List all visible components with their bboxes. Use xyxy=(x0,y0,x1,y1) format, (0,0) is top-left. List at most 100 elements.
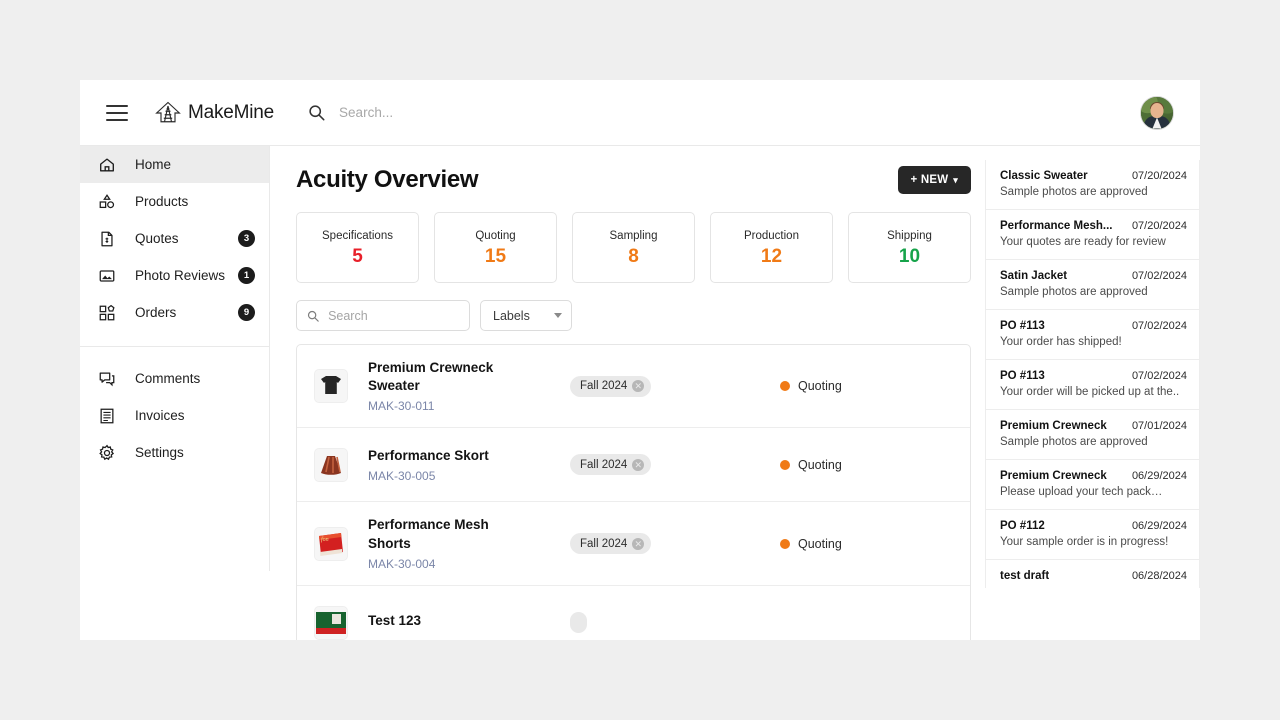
notification-message: Sample photos are approved xyxy=(1000,186,1148,198)
notification-date: 07/20/2024 xyxy=(1131,220,1187,232)
sidebar-item-label: Settings xyxy=(135,445,184,460)
list-item[interactable]: test draft 06/28/2024 xyxy=(986,560,1199,588)
product-info: Performance Skort MAK-30-005 xyxy=(368,447,526,483)
notification-title: PO #113 xyxy=(1000,320,1045,332)
sidebar-item-settings[interactable]: Settings xyxy=(80,434,269,471)
remove-chip-icon[interactable]: ✕ xyxy=(632,537,645,550)
product-name: Performance Mesh Shorts xyxy=(368,517,489,551)
list-item[interactable]: Satin Jacket 07/02/2024 Sample photos ar… xyxy=(986,260,1199,310)
sidebar-item-comments[interactable]: Comments xyxy=(80,360,269,397)
list-item[interactable]: PO #113 07/02/2024 Your order has shippe… xyxy=(986,310,1199,360)
product-status: Quoting xyxy=(726,458,952,472)
list-item[interactable]: PO #113 07/02/2024 Your order will be pi… xyxy=(986,360,1199,410)
app-body: Home Products Quotes 3 Photo Reviews 1 O… xyxy=(80,146,1200,640)
list-search-input[interactable] xyxy=(328,308,459,323)
product-labels: Fall 2024 ✕ xyxy=(526,454,726,476)
new-button[interactable]: + NEW ▾ xyxy=(897,166,971,194)
products-icon xyxy=(97,192,117,212)
notification-title: PO #113 xyxy=(1000,370,1045,382)
labels-dropdown[interactable]: Labels xyxy=(480,300,572,331)
labels-dropdown-label: Labels xyxy=(493,308,530,323)
status-badge: Quoting xyxy=(798,457,842,472)
notification-title: Premium Crewneck xyxy=(1000,420,1107,432)
sidebar-item-home[interactable]: Home xyxy=(80,146,269,183)
product-sku[interactable]: MAK-30-004 xyxy=(368,557,526,571)
stat-cards: Specifications 5 Quoting 15 Sampling 8 P… xyxy=(296,212,971,283)
notification-title: test draft xyxy=(1000,570,1050,582)
stat-card-production[interactable]: Production 12 xyxy=(710,212,833,283)
table-row[interactable]: Performance Skort MAK-30-005 Fall 2024 ✕… xyxy=(297,428,970,503)
list-item[interactable]: PO #112 06/29/2024 Your sample order is … xyxy=(986,510,1199,560)
status-dot xyxy=(780,538,790,549)
notification-date: 07/02/2024 xyxy=(1131,370,1187,382)
list-search xyxy=(296,300,470,331)
filter-bar: Labels xyxy=(296,300,971,331)
product-thumbnail xyxy=(315,448,347,481)
status-dot xyxy=(780,381,790,392)
notification-date: 06/29/2024 xyxy=(1131,470,1187,482)
hamburger-icon[interactable] xyxy=(106,104,128,121)
gear-icon xyxy=(97,443,117,463)
app-window: MakeMine Search... Home Products Quotes … xyxy=(80,80,1200,640)
notification-title: PO #112 xyxy=(1000,520,1045,532)
sidebar-badge: 9 xyxy=(238,304,255,321)
list-item[interactable]: Classic Sweater 07/20/2024 Sample photos… xyxy=(986,160,1199,210)
product-info: Premium Crewneck Sweater MAK-30-011 xyxy=(368,359,526,413)
product-sku[interactable]: MAK-30-011 xyxy=(368,399,526,413)
stat-label: Sampling xyxy=(609,229,658,242)
sidebar-item-quotes[interactable]: Quotes 3 xyxy=(80,220,269,257)
notification-message: Your order will be picked up at the.. xyxy=(1000,386,1180,398)
notification-date: 06/29/2024 xyxy=(1131,520,1187,532)
stat-card-quoting[interactable]: Quoting 15 xyxy=(434,212,557,283)
sidebar-badge: 3 xyxy=(238,230,255,247)
product-labels: Fall 2024 ✕ xyxy=(526,375,726,397)
notification-message: Please upload your tech pack… xyxy=(1000,486,1163,498)
stat-value: 5 xyxy=(352,245,363,267)
label-chip[interactable] xyxy=(570,612,587,634)
product-labels: Fall 2024 ✕ xyxy=(526,533,726,555)
label-chip-text: Fall 2024 xyxy=(580,380,628,393)
sidebar: Home Products Quotes 3 Photo Reviews 1 O… xyxy=(80,146,270,571)
sidebar-item-invoices[interactable]: Invoices xyxy=(80,397,269,434)
stat-card-specifications[interactable]: Specifications 5 xyxy=(296,212,419,283)
invoice-icon xyxy=(97,406,117,426)
table-row[interactable]: Premium Crewneck Sweater MAK-30-011 Fall… xyxy=(297,345,970,429)
product-info: Test 123 xyxy=(368,612,526,634)
remove-chip-icon[interactable]: ✕ xyxy=(632,458,645,471)
remove-chip-icon[interactable]: ✕ xyxy=(632,380,645,393)
search-input[interactable] xyxy=(339,105,640,120)
sidebar-item-label: Quotes xyxy=(135,231,179,246)
notifications-panel[interactable]: Classic Sweater 07/20/2024 Sample photos… xyxy=(985,160,1200,588)
list-item[interactable]: Premium Crewneck 07/01/2024 Sample photo… xyxy=(986,410,1199,460)
product-name: Performance Skort xyxy=(368,447,489,463)
status-badge: Quoting xyxy=(798,379,842,394)
stat-card-sampling[interactable]: Sampling 8 xyxy=(572,212,695,283)
product-info: Performance Mesh Shorts MAK-30-004 xyxy=(368,516,526,570)
status-dot xyxy=(780,459,790,470)
stat-card-shipping[interactable]: Shipping 10 xyxy=(848,212,971,283)
stat-label: Specifications xyxy=(322,229,393,242)
brand-logo[interactable]: MakeMine xyxy=(154,99,274,127)
label-chip-text: Fall 2024 xyxy=(580,537,628,550)
sidebar-item-photo-reviews[interactable]: Photo Reviews 1 xyxy=(80,257,269,294)
label-chip[interactable]: Fall 2024 ✕ xyxy=(570,375,652,397)
notification-date: 07/20/2024 xyxy=(1131,170,1187,182)
list-item[interactable]: Performance Mesh... 07/20/2024 Your quot… xyxy=(986,210,1199,260)
avatar[interactable] xyxy=(1140,95,1174,130)
sidebar-item-orders[interactable]: Orders 9 xyxy=(80,294,269,331)
sidebar-item-label: Orders xyxy=(135,305,177,320)
label-chip[interactable]: Fall 2024 ✕ xyxy=(570,454,652,476)
sidebar-item-products[interactable]: Products xyxy=(80,183,269,220)
chevron-down-icon: ▾ xyxy=(953,174,958,185)
label-chip[interactable]: Fall 2024 ✕ xyxy=(570,533,652,555)
brand-name: MakeMine xyxy=(188,101,275,123)
table-row[interactable]: fon Performance Mesh Shorts MAK-30-004 F… xyxy=(297,502,970,586)
notification-message: Sample photos are approved xyxy=(1000,436,1148,448)
table-row[interactable]: Test 123 xyxy=(297,586,970,640)
notification-title: Performance Mesh... xyxy=(1000,220,1113,232)
stat-value: 12 xyxy=(760,245,783,267)
list-item[interactable]: Premium Crewneck 06/29/2024 Please uploa… xyxy=(986,460,1199,510)
search-icon xyxy=(309,105,325,121)
product-sku[interactable]: MAK-30-005 xyxy=(368,469,526,483)
stat-label: Quoting xyxy=(475,229,516,242)
